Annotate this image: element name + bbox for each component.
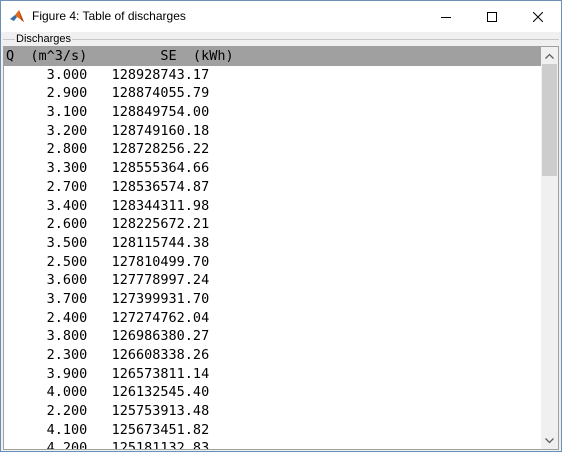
list-item[interactable]: 3.700 127399931.70 [4, 290, 541, 309]
close-button[interactable] [515, 1, 561, 32]
list-item[interactable]: 2.400 127274762.04 [4, 309, 541, 328]
list-item[interactable]: 2.600 128225672.21 [4, 215, 541, 234]
list-item[interactable]: 3.500 128115744.38 [4, 234, 541, 253]
minimize-icon [441, 16, 451, 18]
title-bar[interactable]: Figure 4: Table of discharges [1, 1, 561, 32]
maximize-button[interactable] [469, 1, 515, 32]
list-item[interactable]: 2.300 126608338.26 [4, 346, 541, 365]
panel-title: Discharges [15, 33, 73, 45]
panel-border [3, 39, 559, 40]
listbox-rows[interactable]: Q (m^3/s) SE (kWh) 3.000 128928743.17 2.… [4, 47, 541, 449]
list-item[interactable]: 2.800 128728256.22 [4, 140, 541, 159]
list-item[interactable]: 4.000 126132545.40 [4, 383, 541, 402]
discharges-panel: Discharges Q (m^3/s) SE (kWh) 3.000 1289… [1, 32, 561, 451]
list-item[interactable]: 2.200 125753913.48 [4, 402, 541, 421]
scroll-up-button[interactable] [541, 47, 558, 64]
chevron-up-icon [545, 53, 554, 59]
minimize-button[interactable] [423, 1, 469, 32]
list-item[interactable]: 3.600 127778997.24 [4, 271, 541, 290]
list-item[interactable]: 2.700 128536574.87 [4, 178, 541, 197]
list-item[interactable]: 2.500 127810499.70 [4, 253, 541, 272]
scroll-down-button[interactable] [541, 432, 558, 449]
table-header-row[interactable]: Q (m^3/s) SE (kWh) [4, 47, 541, 66]
window-title: Figure 4: Table of discharges [32, 9, 186, 23]
list-item[interactable]: 3.400 128344311.98 [4, 197, 541, 216]
list-item[interactable]: 3.100 128849754.00 [4, 103, 541, 122]
discharge-listbox[interactable]: Q (m^3/s) SE (kWh) 3.000 128928743.17 2.… [3, 46, 559, 450]
figure-window: Figure 4: Table of discharges Discharges… [0, 0, 562, 452]
list-item[interactable]: 4.100 125673451.82 [4, 421, 541, 440]
list-item[interactable]: 2.900 128874055.79 [4, 84, 541, 103]
matlab-logo-icon [9, 9, 25, 25]
list-item[interactable]: 3.800 126986380.27 [4, 327, 541, 346]
vertical-scrollbar[interactable] [541, 47, 558, 449]
scrollbar-thumb[interactable] [542, 64, 557, 176]
list-item[interactable]: 3.900 126573811.14 [4, 365, 541, 384]
close-icon [533, 11, 543, 22]
chevron-down-icon [545, 437, 554, 443]
list-item[interactable]: 3.000 128928743.17 [4, 66, 541, 85]
maximize-icon [487, 11, 497, 22]
list-item[interactable]: 3.300 128555364.66 [4, 159, 541, 178]
list-item[interactable]: 3.200 128749160.18 [4, 122, 541, 141]
list-item[interactable]: 4.200 125181132.83 [4, 439, 541, 449]
